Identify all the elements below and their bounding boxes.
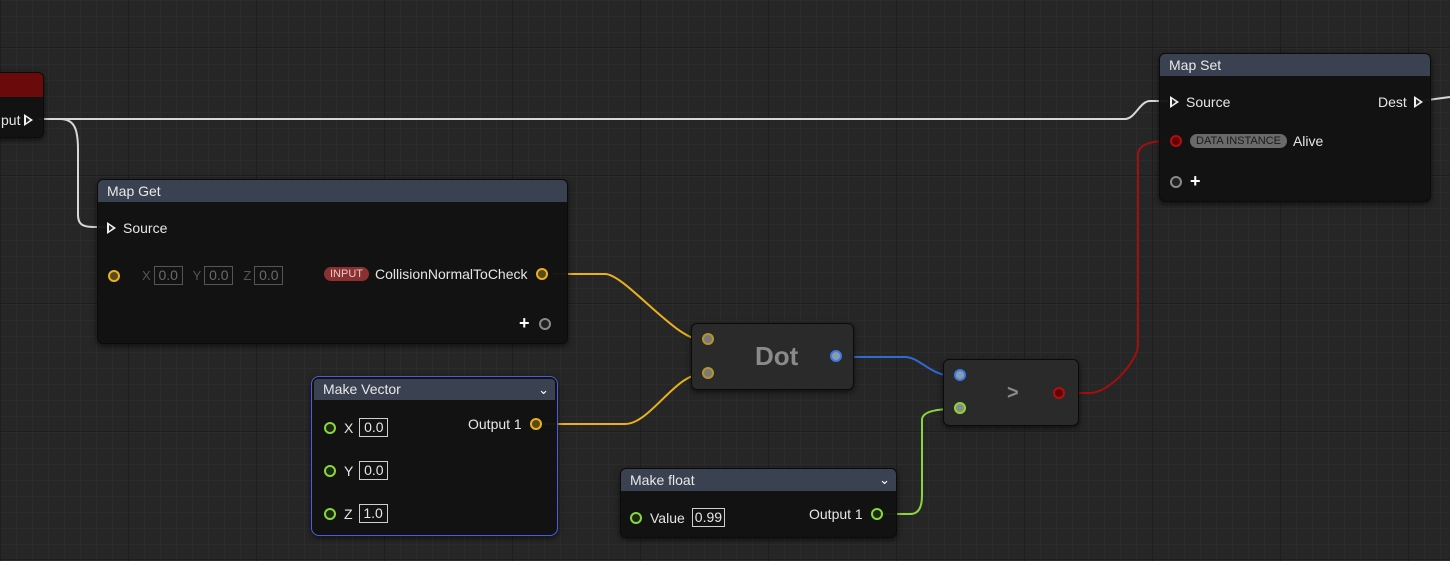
vector-out-pin[interactable] — [535, 268, 548, 280]
make-float-title-text: Make float — [630, 472, 695, 488]
map-set-node[interactable]: Map Set Source Dest DATA INSTANCE Alive … — [1159, 53, 1431, 202]
exec-out-pin[interactable] — [1413, 96, 1423, 108]
add-pin-icon[interactable]: + — [519, 313, 530, 334]
map-set-param-label: Alive — [1292, 133, 1324, 149]
exec-wire-left-to-mapset — [38, 100, 1168, 120]
vector-out-pin[interactable] — [529, 418, 542, 430]
left-node-header — [0, 73, 43, 97]
y-value-field[interactable]: 0.0 — [359, 461, 389, 480]
map-get-source-label: Source — [123, 220, 168, 236]
chevron-down-icon[interactable]: ⌄ — [879, 469, 890, 491]
z-value-field[interactable]: 1.0 — [358, 504, 388, 523]
map-get-title: Map Get — [98, 180, 567, 202]
make-vector-title-text: Make Vector — [323, 381, 401, 397]
bool-wire-greater-to-mapset — [1063, 140, 1169, 394]
make-float-node[interactable]: Make float ⌄ Value 0.99 Output 1 — [620, 468, 897, 538]
x-label: X — [344, 419, 354, 436]
bool-in-pin[interactable] — [1170, 135, 1182, 147]
float-out-pin[interactable] — [870, 508, 883, 520]
y-axis-label: Y — [192, 268, 202, 283]
z-in-pin[interactable] — [324, 507, 336, 520]
vector-wire-makevector-to-dot — [540, 373, 703, 425]
dot-title: Dot — [755, 341, 799, 371]
left-node-exec-label: put — [1, 112, 21, 128]
make-vector-title: Make Vector ⌄ — [314, 379, 555, 400]
output-label: Output 1 — [809, 506, 863, 522]
y-value-field[interactable]: 0.0 — [204, 266, 234, 285]
map-set-source-label: Source — [1186, 94, 1231, 110]
z-label: Z — [344, 505, 353, 522]
greater-title: > — [1007, 382, 1019, 404]
greater-node[interactable]: > — [943, 359, 1079, 426]
add-pin-icon[interactable]: + — [1190, 171, 1201, 192]
make-float-title: Make float ⌄ — [621, 469, 896, 491]
x-axis-label: X — [142, 268, 151, 283]
make-vector-node[interactable]: Make Vector ⌄ X 0.0 Y 0.0 Z 1.0 Output 1 — [311, 376, 558, 536]
map-set-title: Map Set — [1160, 54, 1430, 76]
z-value-field[interactable]: 0.0 — [254, 266, 284, 285]
value-label: Value — [650, 509, 685, 526]
add-out-pin[interactable] — [538, 317, 551, 330]
dot-node[interactable]: Dot — [691, 323, 854, 390]
exec-out-pin[interactable] — [24, 114, 34, 126]
vector-wire-mapget-to-dot — [553, 273, 703, 341]
exec-in-pin[interactable] — [1170, 96, 1179, 108]
data-instance-badge: DATA INSTANCE — [1190, 134, 1287, 148]
vector-a-in-pin[interactable] — [702, 333, 714, 345]
map-set-dest-label: Dest — [1378, 94, 1407, 110]
y-in-pin[interactable] — [324, 464, 336, 477]
vector-b-in-pin[interactable] — [702, 367, 714, 379]
vector-in-pin[interactable] — [108, 269, 120, 282]
a-in-pin[interactable] — [954, 369, 966, 381]
value-field[interactable]: 0.99 — [691, 508, 726, 527]
x-value-field[interactable]: 0.0 — [153, 266, 183, 285]
left-node[interactable]: put — [0, 72, 44, 138]
z-axis-label: Z — [243, 268, 252, 283]
input-badge: INPUT — [324, 267, 369, 281]
value-in-pin[interactable] — [630, 511, 642, 524]
y-label: Y — [344, 462, 354, 479]
map-get-node[interactable]: Map Get Source X 0.0 Y 0.0 Z 0.0 INPUT C… — [97, 179, 568, 344]
add-in-pin[interactable] — [1170, 175, 1182, 188]
float-wire-dot-to-greater — [842, 356, 955, 377]
x-value-field[interactable]: 0.0 — [359, 418, 389, 437]
bool-out-pin[interactable] — [1053, 387, 1065, 399]
x-in-pin[interactable] — [324, 421, 336, 434]
exec-in-pin[interactable] — [107, 222, 116, 234]
output-label: Output 1 — [468, 416, 522, 432]
b-in-pin[interactable] — [954, 402, 966, 414]
map-get-param-label: CollisionNormalToCheck — [375, 266, 528, 282]
float-out-pin[interactable] — [830, 350, 842, 362]
chevron-down-icon[interactable]: ⌄ — [538, 379, 549, 400]
